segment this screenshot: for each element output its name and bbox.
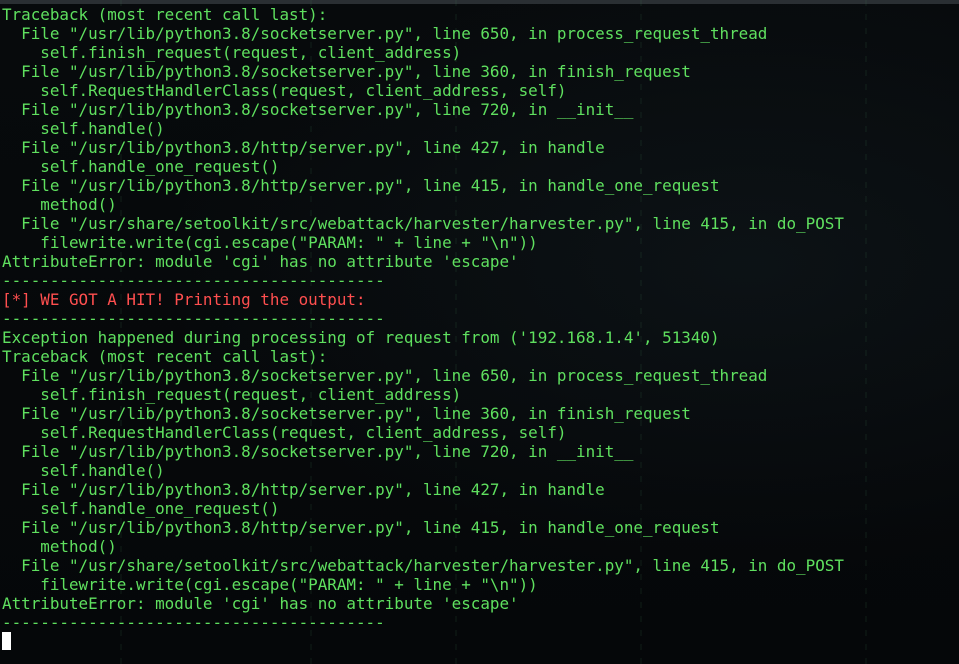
output-line: Exception happened during processing of … <box>2 328 720 347</box>
terminal-output[interactable]: Traceback (most recent call last): File … <box>2 5 844 632</box>
output-line: ---------------------------------------- <box>2 271 385 290</box>
background-decoration <box>865 0 867 664</box>
hit-notice-line: [*] WE GOT A HIT! Printing the output: <box>2 290 366 309</box>
output-line: self.RequestHandlerClass(request, client… <box>2 81 567 100</box>
text-cursor <box>2 632 11 650</box>
output-line: self.handle_one_request() <box>2 157 280 176</box>
window-top-edge <box>0 0 959 4</box>
output-line: self.RequestHandlerClass(request, client… <box>2 423 567 442</box>
output-line: AttributeError: module 'cgi' has no attr… <box>2 252 519 271</box>
output-line: File "/usr/lib/python3.8/socketserver.py… <box>2 24 768 43</box>
output-line: File "/usr/lib/python3.8/socketserver.py… <box>2 442 634 461</box>
output-line: self.handle() <box>2 461 165 480</box>
output-line: File "/usr/lib/python3.8/http/server.py"… <box>2 518 720 537</box>
prompt-line[interactable] <box>2 632 11 651</box>
output-line: filewrite.write(cgi.escape("PARAM: " + l… <box>2 575 538 594</box>
output-line: File "/usr/lib/python3.8/http/server.py"… <box>2 138 605 157</box>
output-line: File "/usr/share/setoolkit/src/webattack… <box>2 556 844 575</box>
output-line: File "/usr/lib/python3.8/http/server.py"… <box>2 480 605 499</box>
output-line: Traceback (most recent call last): <box>2 5 328 24</box>
output-line: Traceback (most recent call last): <box>2 347 328 366</box>
output-line: ---------------------------------------- <box>2 309 385 328</box>
output-line: self.finish_request(request, client_addr… <box>2 385 462 404</box>
output-line: File "/usr/lib/python3.8/socketserver.py… <box>2 62 691 81</box>
output-line: File "/usr/lib/python3.8/http/server.py"… <box>2 176 720 195</box>
output-line: method() <box>2 537 117 556</box>
terminal-window[interactable]: Traceback (most recent call last): File … <box>0 0 959 664</box>
output-line: AttributeError: module 'cgi' has no attr… <box>2 594 519 613</box>
output-line: self.finish_request(request, client_addr… <box>2 43 462 62</box>
output-line: File "/usr/lib/python3.8/socketserver.py… <box>2 404 691 423</box>
output-line: method() <box>2 195 117 214</box>
output-line: filewrite.write(cgi.escape("PARAM: " + l… <box>2 233 538 252</box>
output-line: ---------------------------------------- <box>2 613 385 632</box>
output-line: self.handle_one_request() <box>2 499 280 518</box>
output-line: File "/usr/share/setoolkit/src/webattack… <box>2 214 844 233</box>
output-line: self.handle() <box>2 119 165 138</box>
output-line: File "/usr/lib/python3.8/socketserver.py… <box>2 366 768 385</box>
output-line: File "/usr/lib/python3.8/socketserver.py… <box>2 100 634 119</box>
